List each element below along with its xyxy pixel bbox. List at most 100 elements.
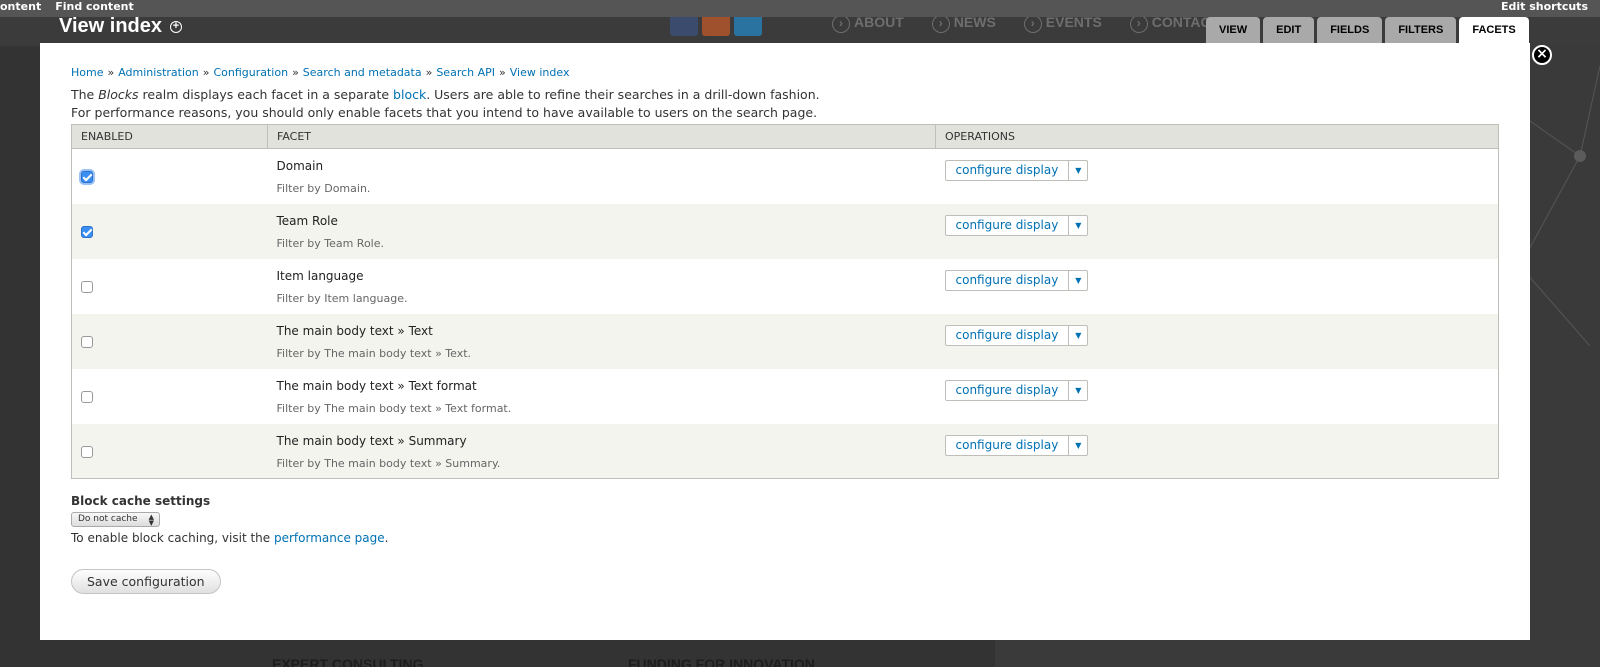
enabled-cell: [71, 258, 268, 314]
facet-name: Team Role: [276, 213, 338, 228]
operations-cell: configure display ▼: [935, 148, 1499, 204]
enabled-cell: [71, 313, 268, 369]
enabled-cell: [71, 203, 268, 259]
overlay-content: Home» Administration» Configuration» Search…: [40, 43, 1530, 640]
desc-text: . Users are able to refine their searche…: [426, 87, 820, 102]
admin-toolbar: ontent Find content Edit shortcuts: [0, 0, 1600, 17]
operations-dropbutton: configure display ▼: [944, 269, 1089, 291]
facet-name: Item language: [276, 268, 364, 283]
close-overlay-icon[interactable]: ×: [1532, 45, 1552, 65]
breadcrumb-separator: »: [499, 66, 506, 79]
chevron-down-icon[interactable]: ▼: [1069, 326, 1087, 345]
table-header-row: ENABLED FACET OPERATIONS: [71, 124, 1499, 149]
operations-dropbutton: configure display ▼: [944, 324, 1089, 346]
facet-cell: The main body text » Summary Filter by Th…: [267, 423, 936, 479]
tab-filters[interactable]: FILTERS: [1385, 17, 1457, 43]
facet-description: Filter by The main body text » Summary.: [276, 456, 501, 470]
toolbar-find-content-link[interactable]: Find content: [55, 0, 134, 13]
header-facet: FACET: [267, 124, 936, 149]
enabled-cell: [71, 148, 268, 204]
breadcrumb-home[interactable]: Home: [71, 66, 103, 79]
breadcrumb-view-index[interactable]: View index: [510, 66, 570, 79]
performance-note: For performance reasons, you should only…: [71, 105, 818, 120]
table-row: The main body text » Text format Filter b…: [71, 368, 1499, 424]
toolbar-edit-shortcuts-link[interactable]: Edit shortcuts: [1501, 0, 1588, 13]
operations-dropbutton: configure display ▼: [944, 379, 1089, 401]
chevron-down-icon[interactable]: ▼: [1069, 271, 1087, 290]
bg-funding-innovation: FUNDING FOR INNOVATION: [628, 656, 815, 667]
facet-cell: Team Role Filter by Team Role.: [267, 203, 936, 259]
configure-display-button[interactable]: configure display: [946, 215, 1070, 235]
realm-description: The Blocks realm displays each facet in …: [71, 87, 820, 102]
operations-dropbutton: configure display ▼: [944, 214, 1089, 236]
facet-name: The main body text » Text format: [276, 378, 477, 393]
configure-display-button[interactable]: configure display: [946, 435, 1070, 455]
operations-cell: configure display ▼: [935, 203, 1499, 259]
configure-display-button[interactable]: configure display: [946, 161, 1070, 180]
operations-dropbutton: configure display ▼: [944, 160, 1089, 181]
block-cache-selected: Do not cache: [78, 514, 138, 524]
configure-display-button[interactable]: configure display: [946, 380, 1070, 400]
facet-cell: Item language Filter by Item language.: [267, 258, 936, 314]
tab-fields[interactable]: FIELDS: [1317, 17, 1383, 43]
operations-dropbutton: configure display ▼: [944, 434, 1089, 456]
primary-tabs: VIEW EDIT FIELDS FILTERS FACETS: [1206, 17, 1529, 43]
breadcrumb-separator: »: [425, 66, 433, 79]
operations-cell: configure display ▼: [935, 313, 1499, 369]
enabled-checkbox[interactable]: [81, 225, 93, 238]
chevron-down-icon[interactable]: ▼: [1069, 161, 1087, 180]
add-shortcut-icon[interactable]: +: [170, 20, 183, 33]
toolbar-add-content-link[interactable]: ontent: [0, 0, 41, 13]
block-cache-help: To enable block caching, visit the perfo…: [71, 531, 388, 545]
tab-edit[interactable]: EDIT: [1263, 17, 1315, 43]
enabled-checkbox[interactable]: [81, 390, 93, 403]
table-row: The main body text » Summary Filter by Th…: [71, 423, 1499, 479]
overlay-title: View index +: [59, 15, 183, 38]
chevron-down-icon[interactable]: ▼: [1069, 216, 1087, 235]
cache-help-text: To enable block caching, visit the: [71, 531, 274, 545]
save-configuration-button[interactable]: Save configuration: [71, 569, 221, 594]
operations-cell: configure display ▼: [935, 423, 1499, 479]
facet-description: Filter by Team Role.: [276, 236, 385, 250]
facet-name: The main body text » Summary: [276, 433, 467, 448]
enabled-checkbox[interactable]: [81, 171, 93, 183]
facet-cell: The main body text » Text format Filter b…: [267, 368, 936, 424]
desc-realm-name: Blocks: [98, 87, 139, 102]
toolbar-shortcuts: ontent Find content: [0, 0, 134, 13]
performance-page-link[interactable]: performance page: [274, 531, 385, 545]
header-enabled: ENABLED: [71, 124, 268, 149]
breadcrumb-separator: »: [292, 66, 299, 79]
breadcrumb-separator: »: [107, 66, 115, 79]
block-cache-select[interactable]: Do not cache ▲ ▼: [71, 512, 160, 527]
block-link[interactable]: block: [393, 87, 426, 102]
breadcrumb-separator: »: [202, 66, 210, 79]
enabled-checkbox[interactable]: [81, 280, 93, 293]
enabled-checkbox[interactable]: [81, 445, 93, 458]
table-row: Team Role Filter by Team Role. configure …: [71, 203, 1499, 259]
chevron-down-icon[interactable]: ▼: [1069, 436, 1087, 455]
facet-name: The main body text » Text: [276, 323, 433, 338]
breadcrumb-configuration[interactable]: Configuration: [213, 66, 288, 79]
tab-view[interactable]: VIEW: [1206, 17, 1261, 43]
facet-description: Filter by The main body text » Text form…: [276, 401, 512, 415]
breadcrumb-search-metadata[interactable]: Search and metadata: [303, 66, 422, 79]
bg-expert-consulting: EXPERT CONSULTING: [272, 656, 424, 667]
breadcrumb-administration[interactable]: Administration: [118, 66, 199, 79]
table-row: Item language Filter by Item language. co…: [71, 258, 1499, 314]
configure-display-button[interactable]: configure display: [946, 270, 1070, 290]
breadcrumb-search-api[interactable]: Search API: [436, 66, 495, 79]
facet-cell: Domain Filter by Domain.: [267, 148, 936, 204]
configure-display-button[interactable]: configure display: [946, 325, 1070, 345]
enabled-checkbox[interactable]: [81, 335, 93, 348]
tab-facets[interactable]: FACETS: [1459, 17, 1529, 43]
cache-help-suffix: .: [384, 531, 389, 545]
table-row: Domain Filter by Domain. configure displa…: [71, 148, 1499, 204]
chevron-down-icon[interactable]: ▼: [1069, 381, 1087, 400]
table-row: The main body text » Text Filter by The m…: [71, 313, 1499, 369]
facet-description: Filter by Item language.: [276, 291, 408, 305]
desc-text: The: [71, 87, 99, 102]
facet-description: Filter by The main body text » Text.: [276, 346, 472, 360]
facets-table: ENABLED FACET OPERATIONS Domain Filter by…: [71, 124, 1499, 479]
header-operations: OPERATIONS: [935, 124, 1499, 149]
enabled-cell: [71, 423, 268, 479]
